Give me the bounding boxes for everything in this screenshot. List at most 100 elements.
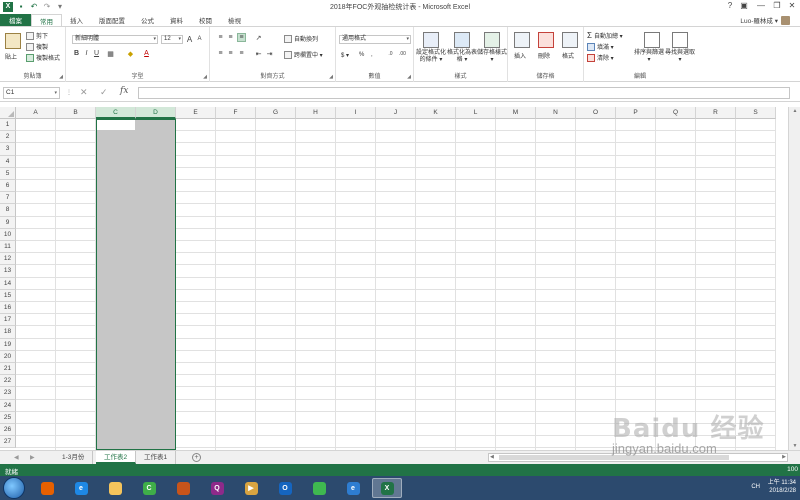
row-header-10[interactable]: 10: [0, 228, 16, 241]
column-header-h[interactable]: H: [296, 107, 336, 119]
paste-button[interactable]: 貼上: [5, 52, 17, 61]
select-all-button[interactable]: [0, 107, 16, 119]
column-header-d[interactable]: D: [136, 107, 176, 119]
merge-center-button[interactable]: 跨欄置中 ▾: [284, 50, 323, 59]
tray-clock[interactable]: 上午 11:34 2018/2/28: [768, 479, 796, 495]
delete-button[interactable]: 刪除: [538, 51, 550, 60]
customize-toolbar-icon[interactable]: ▾: [55, 2, 65, 12]
start-button[interactable]: [3, 477, 25, 499]
column-header-s[interactable]: S: [736, 107, 776, 119]
orientation-icon[interactable]: ↗: [254, 34, 263, 42]
row-header-11[interactable]: 11: [0, 241, 16, 254]
row-header-5[interactable]: 5: [0, 167, 16, 180]
prev-sheet-icon[interactable]: ◀: [14, 454, 19, 461]
account-menu[interactable]: Luo-羅林成 ▾: [740, 15, 790, 25]
column-header-q[interactable]: Q: [656, 107, 696, 119]
font-color-button[interactable]: A: [142, 50, 151, 57]
cell-styles-icon[interactable]: [484, 32, 500, 48]
restore-button[interactable]: ❐: [771, 1, 783, 10]
row-header-13[interactable]: 13: [0, 265, 16, 278]
row-header-24[interactable]: 24: [0, 399, 16, 412]
decrease-indent-icon[interactable]: ⇤: [254, 50, 263, 58]
tab-data[interactable]: 資料: [162, 14, 191, 26]
row-header-4[interactable]: 4: [0, 155, 16, 168]
currency-button[interactable]: $ ▾: [341, 52, 349, 59]
sheet-tab-1[interactable]: 1-3月份: [54, 451, 94, 464]
column-header-a[interactable]: A: [16, 107, 56, 119]
column-header-b[interactable]: B: [56, 107, 96, 119]
percent-button[interactable]: %: [359, 52, 364, 58]
conditional-format-button[interactable]: 設定格式化的條件 ▾: [416, 50, 446, 64]
taskbar-app-3[interactable]: [100, 478, 130, 498]
column-header-r[interactable]: R: [696, 107, 736, 119]
format-cells-icon[interactable]: [562, 32, 578, 48]
wrap-text-button[interactable]: 自動換列: [284, 34, 318, 43]
insert-function-button[interactable]: fx: [120, 86, 128, 96]
align-middle-icon[interactable]: ≡: [226, 34, 235, 41]
number-format-select[interactable]: 通用格式 ▾: [339, 35, 411, 44]
tray-lang[interactable]: CH: [751, 484, 760, 490]
taskbar-app-6[interactable]: Q: [202, 478, 232, 498]
row-header-17[interactable]: 17: [0, 314, 16, 327]
tab-page-layout[interactable]: 版面配置: [91, 14, 133, 26]
cell-styles-button[interactable]: 儲存格樣式 ▾: [477, 50, 507, 64]
name-box[interactable]: C1 ▾: [3, 87, 60, 99]
insert-cells-icon[interactable]: [514, 32, 530, 48]
close-button[interactable]: ✕: [786, 1, 798, 10]
autosum-button[interactable]: Σ 自動加總 ▾: [587, 31, 623, 40]
paste-icon[interactable]: [5, 33, 21, 49]
save-icon[interactable]: ▪: [16, 2, 26, 12]
insert-button[interactable]: 插入: [514, 51, 526, 60]
undo-icon[interactable]: ↶: [29, 2, 39, 12]
row-header-9[interactable]: 9: [0, 216, 16, 229]
scroll-left-icon[interactable]: ◀: [490, 454, 494, 460]
row-header-14[interactable]: 14: [0, 277, 16, 290]
formula-input[interactable]: [138, 87, 790, 99]
taskbar-app-4[interactable]: C: [134, 478, 164, 498]
new-sheet-button[interactable]: +: [192, 453, 201, 462]
column-header-g[interactable]: G: [256, 107, 296, 119]
tab-home[interactable]: 常用: [31, 14, 62, 26]
find-select-button[interactable]: 尋找與選取 ▾: [665, 50, 695, 64]
comma-button[interactable]: ,: [371, 52, 373, 58]
format-button[interactable]: 格式: [562, 51, 574, 60]
align-center-icon[interactable]: ≡: [226, 50, 235, 57]
row-header-20[interactable]: 20: [0, 350, 16, 363]
taskbar-app-7[interactable]: ▶: [236, 478, 266, 498]
zoom-level[interactable]: 100: [787, 466, 798, 473]
align-left-icon[interactable]: ≡: [216, 50, 225, 57]
cut-button[interactable]: 剪下: [26, 31, 48, 40]
sheet-tab-2[interactable]: 工作表2: [96, 451, 137, 464]
horizontal-scrollbar[interactable]: ◀ ▶: [488, 453, 788, 462]
minimize-button[interactable]: —: [755, 1, 767, 10]
row-header-1[interactable]: 1: [0, 119, 16, 132]
format-painter-button[interactable]: 複製格式: [26, 53, 60, 62]
confirm-edit-icon[interactable]: ✓: [100, 87, 108, 98]
font-name-select[interactable]: 新細明體 ▾: [72, 35, 158, 44]
horizontal-scroll-thumb[interactable]: [499, 455, 729, 460]
column-selection[interactable]: [96, 119, 176, 450]
column-header-p[interactable]: P: [616, 107, 656, 119]
row-header-8[interactable]: 8: [0, 204, 16, 217]
column-header-f[interactable]: F: [216, 107, 256, 119]
row-header-27[interactable]: 27: [0, 436, 16, 449]
column-header-c[interactable]: C: [96, 107, 136, 119]
row-header-19[interactable]: 19: [0, 338, 16, 351]
taskbar-app-10[interactable]: e: [338, 478, 368, 498]
tab-formulas[interactable]: 公式: [133, 14, 162, 26]
increase-indent-icon[interactable]: ⇥: [265, 50, 274, 58]
underline-button[interactable]: U: [92, 50, 101, 57]
number-launcher-icon[interactable]: ◢: [407, 74, 411, 80]
font-launcher-icon[interactable]: ◢: [203, 74, 207, 80]
tab-file[interactable]: 檔案: [0, 14, 31, 26]
column-header-e[interactable]: E: [176, 107, 216, 119]
row-header-25[interactable]: 25: [0, 411, 16, 424]
row-header-23[interactable]: 23: [0, 387, 16, 400]
font-size-select[interactable]: 12 ▾: [161, 35, 183, 44]
ribbon-display-button[interactable]: ▣: [738, 1, 750, 10]
column-header-i[interactable]: I: [336, 107, 376, 119]
row-header-15[interactable]: 15: [0, 289, 16, 302]
column-header-o[interactable]: O: [576, 107, 616, 119]
delete-cells-icon[interactable]: [538, 32, 554, 48]
tab-review[interactable]: 校閱: [191, 14, 220, 26]
